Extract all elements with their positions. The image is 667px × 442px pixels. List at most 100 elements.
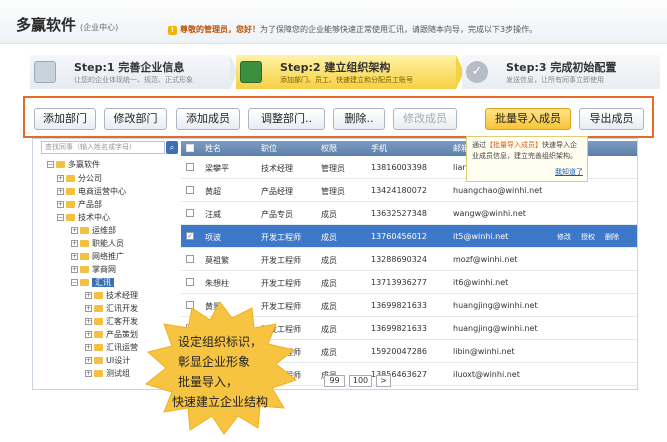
step-3-desc: 发送信息，让所有同事立即使用 xyxy=(506,76,604,84)
cell-name: 汪威 xyxy=(205,210,221,219)
tree-node[interactable]: + 测试组 xyxy=(85,368,130,379)
promo-line-4: 快速建立企业结构 xyxy=(172,395,269,409)
page-99-button[interactable]: 99 xyxy=(324,375,345,387)
folder-icon xyxy=(80,279,89,286)
cell-role: 开发工程师 xyxy=(261,256,301,265)
cell-phone: 13713936277 xyxy=(371,278,427,287)
table-row[interactable]: 汪威 产品专员 成员 13632527348 wangw@winhi.net xyxy=(181,202,637,225)
cell-perm: 成员 xyxy=(321,279,337,288)
row-edit-link[interactable]: 修改 xyxy=(557,232,571,242)
select-all-checkbox[interactable] xyxy=(186,144,194,152)
cell-phone: 15920047286 xyxy=(371,347,427,356)
folder-icon xyxy=(66,201,75,208)
step-3-title: Step:3 完成初始配置 xyxy=(506,61,617,74)
org-chart-icon xyxy=(240,61,262,83)
promo-text: 设定组织标识， 彰显企业形象 批量导入， 快速建立企业结构 xyxy=(172,332,268,412)
cell-email: it5@winhi.net xyxy=(453,232,509,241)
batch-import-button[interactable]: 批量导入成员 xyxy=(485,108,571,130)
table-row-selected[interactable]: ✓ 项波 开发工程师 成员 13760456012 it5@winhi.net … xyxy=(181,225,637,248)
tree-node[interactable]: − 技术中心 xyxy=(57,212,110,223)
cell-name: 朱想柱 xyxy=(205,279,229,288)
folder-icon xyxy=(94,344,103,351)
tooltip-pre: 通过 xyxy=(472,141,486,149)
cell-name: 黄超 xyxy=(205,187,221,196)
table-row[interactable]: 黄超 产品经理 管理员 13424180072 huangchao@winhi.… xyxy=(181,179,637,202)
page-100-button[interactable]: 100 xyxy=(349,375,372,387)
step-3[interactable]: ✓ Step:3 完成初始配置 发送信息，让所有同事立即使用 xyxy=(462,55,660,89)
adjust-dept-button[interactable]: 调整部门.. xyxy=(248,108,325,130)
cell-email: huangjing@winhi.net xyxy=(453,301,538,310)
cell-name: 项波 xyxy=(205,233,221,242)
tree-node[interactable]: + 网络推广 xyxy=(71,251,124,262)
tree-node[interactable]: + UI设计 xyxy=(85,355,130,366)
folder-icon xyxy=(94,318,103,325)
document-icon xyxy=(34,61,56,83)
table-row[interactable]: 莫祖繁 开发工程师 成员 13288690324 mozf@winhi.net xyxy=(181,248,637,271)
tree-node[interactable]: + 技术经理 xyxy=(85,290,138,301)
tree-node[interactable]: + 分公司 xyxy=(57,173,102,184)
notice-greeting: 尊敬的管理员，您好！ xyxy=(180,25,260,34)
col-phone: 手机 xyxy=(371,144,387,153)
step-1-desc: 让您的企业体现统一、规范、正式形象 xyxy=(74,76,193,84)
search-input[interactable]: 查找同事（输入姓名或字母） xyxy=(41,141,165,154)
row-checkbox[interactable] xyxy=(186,278,194,286)
wizard-steps: Step:1 完善企业信息 让您的企业体现统一、规范、正式形象 Step:2 建… xyxy=(30,55,660,89)
row-checkbox[interactable] xyxy=(186,209,194,217)
import-tooltip: 通过【批量导入成员】快速导入企业成员信息，建立完善组织架构。 我知道了 xyxy=(466,136,588,182)
notice-text: 为了保障您的企业能够快速正常使用汇讯，请跟随本向导，完成以下3步操作。 xyxy=(260,25,538,34)
edit-dept-button[interactable]: 修改部门 xyxy=(104,108,167,130)
cell-email: mozf@winhi.net xyxy=(453,255,518,264)
edit-member-button[interactable]: 修改成员 xyxy=(393,108,457,130)
add-member-button[interactable]: 添加成员 xyxy=(176,108,240,130)
row-checkbox[interactable] xyxy=(186,163,194,171)
add-dept-button[interactable]: 添加部门 xyxy=(34,108,96,130)
col-role: 职位 xyxy=(261,144,277,153)
tree-node[interactable]: + 汇客开发 xyxy=(85,316,138,327)
delete-button[interactable]: 删除.. xyxy=(333,108,385,130)
folder-icon xyxy=(66,214,75,221)
tree-node-selected[interactable]: − 汇讯 xyxy=(71,277,114,288)
row-checkbox[interactable] xyxy=(186,186,194,194)
tree-node[interactable]: + 职能人员 xyxy=(71,238,124,249)
tree-node[interactable]: + 汇讯运营 xyxy=(85,342,138,353)
step-2-desc: 添加部门、员工、快速建立和分配员工账号 xyxy=(280,76,413,84)
tree-node[interactable]: + 电商运营中心 xyxy=(57,186,126,197)
row-checkbox-checked[interactable]: ✓ xyxy=(186,232,194,240)
tree-node[interactable]: + 产品策划 xyxy=(85,329,138,340)
table-row[interactable]: 朱想柱 开发工程师 成员 13713936277 it6@winhi.net xyxy=(181,271,637,294)
cell-role: 产品经理 xyxy=(261,187,293,196)
cell-email: huangchao@winhi.net xyxy=(453,186,543,195)
tree-node[interactable]: + 掌商网 xyxy=(71,264,116,275)
export-members-button[interactable]: 导出成员 xyxy=(579,108,644,130)
folder-icon xyxy=(66,188,75,195)
next-page-button[interactable]: > xyxy=(376,375,391,387)
tree-node[interactable]: − 多赢软件 xyxy=(47,159,100,170)
tooltip-ok-link[interactable]: 我知道了 xyxy=(555,167,583,178)
tooltip-highlight: 【批量导入成员】 xyxy=(486,141,542,149)
row-grant-link[interactable]: 授权 xyxy=(581,232,595,242)
folder-icon xyxy=(56,161,65,168)
tree-node[interactable]: + 运维部 xyxy=(71,225,116,236)
cell-role: 开发工程师 xyxy=(261,233,301,242)
cell-phone: 13760456012 xyxy=(371,232,427,241)
tree-node[interactable]: + 汇讯开发 xyxy=(85,303,138,314)
cell-perm: 成员 xyxy=(321,348,337,357)
warning-icon: ! xyxy=(168,26,177,35)
step-1[interactable]: Step:1 完善企业信息 让您的企业体现统一、规范、正式形象 xyxy=(30,55,230,89)
folder-icon xyxy=(66,175,75,182)
folder-icon xyxy=(94,357,103,364)
cell-phone: 13424180072 xyxy=(371,186,427,195)
folder-icon xyxy=(94,370,103,377)
notice-bar: ! 尊敬的管理员，您好！为了保障您的企业能够快速正常使用汇讯，请跟随本向导，完成以… xyxy=(168,24,537,35)
row-delete-link[interactable]: 删除 xyxy=(605,232,619,242)
tree-node[interactable]: + 产品部 xyxy=(57,199,102,210)
row-checkbox[interactable] xyxy=(186,255,194,263)
cell-perm: 管理员 xyxy=(321,164,345,173)
step-2[interactable]: Step:2 建立组织架构 添加部门、员工、快速建立和分配员工账号 xyxy=(236,55,456,89)
cell-email: it6@winhi.net xyxy=(453,278,509,287)
toolbar: 添加部门 修改部门 添加成员 调整部门.. 删除.. 修改成员 批量导入成员 导… xyxy=(23,96,654,138)
cell-email: wangw@winhi.net xyxy=(453,209,526,218)
cell-email: libin@winhi.net xyxy=(453,347,515,356)
app-subtitle: (企业中心) xyxy=(80,23,119,32)
search-icon[interactable]: ⌕ xyxy=(166,141,178,154)
